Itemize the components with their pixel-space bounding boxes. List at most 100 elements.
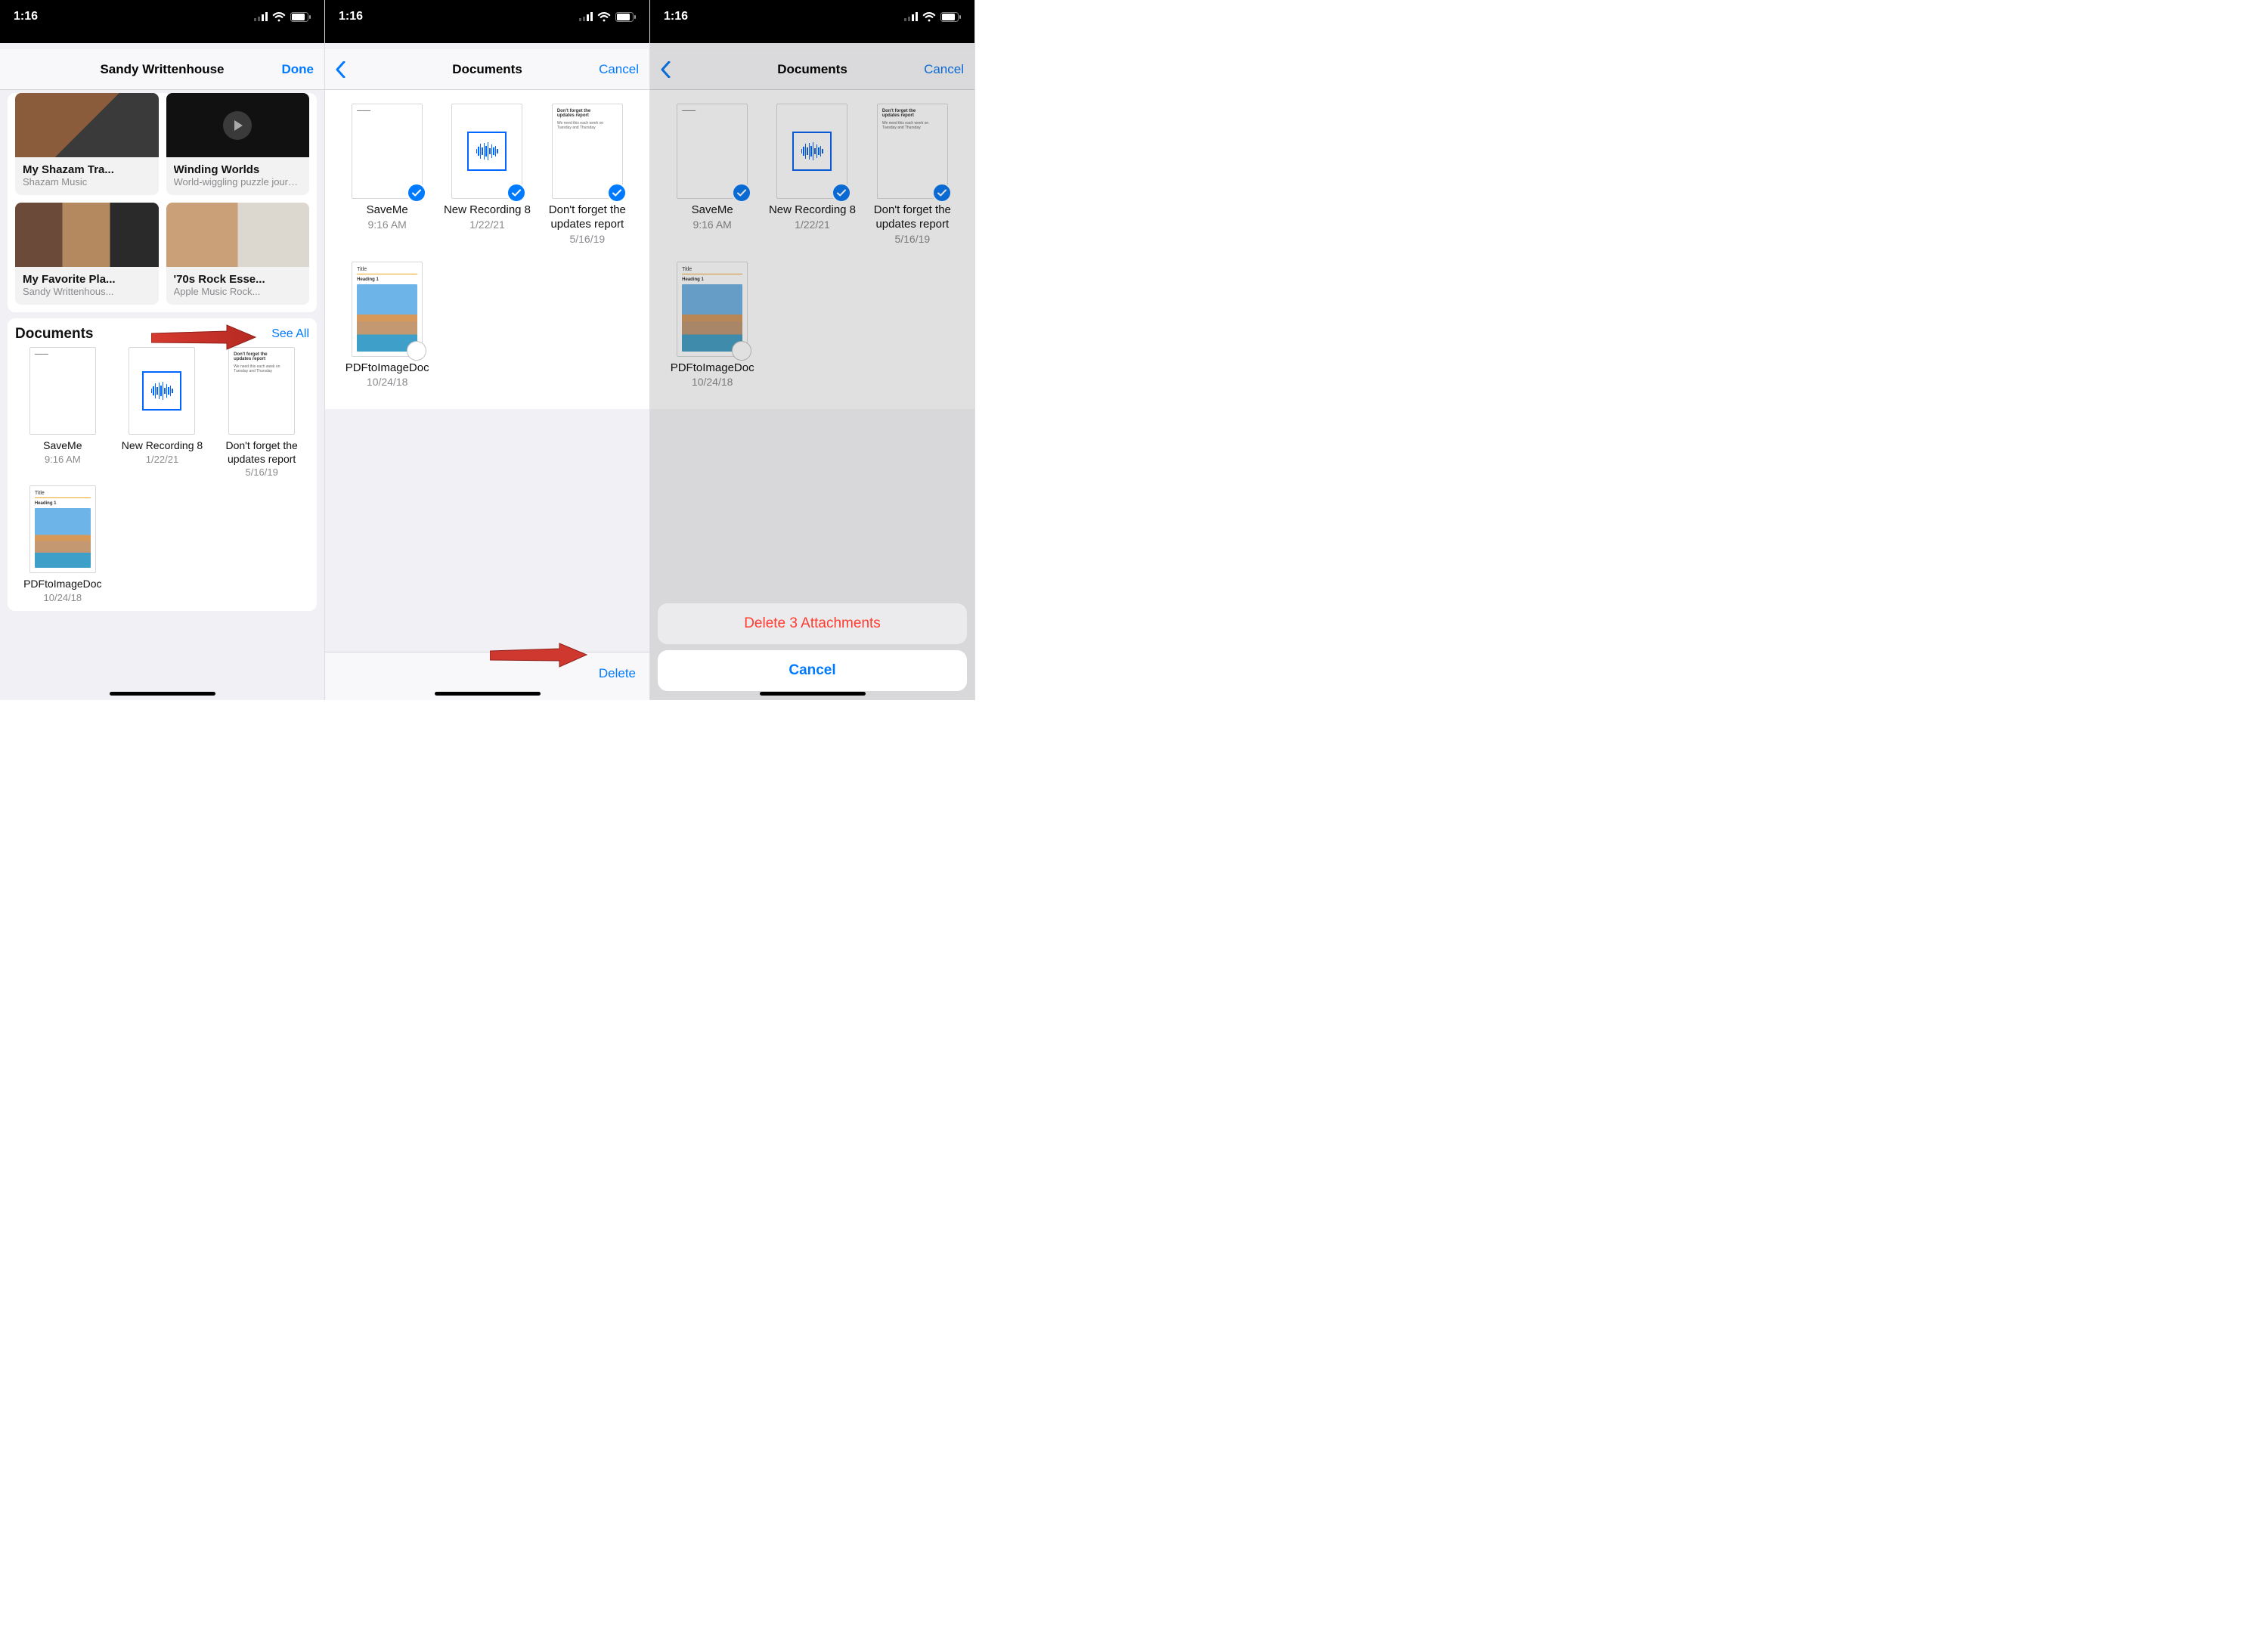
home-indicator [110,692,215,696]
waveform-icon [467,132,507,171]
document-date: 5/16/19 [214,466,309,478]
document-date: 10/24/18 [15,592,110,603]
back-button[interactable] [661,59,674,80]
wifi-icon [597,12,611,22]
document-date: 5/16/19 [542,233,633,245]
document-item[interactable]: New Recording 8 1/22/21 [442,104,532,245]
nav-bar: Documents Cancel [325,49,649,90]
document-item[interactable]: ——— SaveMe 9:16 AM [667,104,758,245]
document-thumb: Don't forget theupdates reportWe need th… [228,347,295,435]
document-name: New Recording 8 [115,439,210,453]
back-button[interactable] [336,59,349,80]
document-name: SaveMe [667,203,758,218]
screenshot-3-delete-sheet: 1:16 Documents Cancel ——— SaveMe 9:16 AM [650,0,975,700]
waveform-icon [142,371,181,411]
status-bar: 1:16 [325,0,649,33]
selected-check-icon [607,183,627,203]
document-item[interactable]: ——— SaveMe 9:16 AM [15,347,110,478]
status-bar: 1:16 [0,0,324,33]
playlist-title: Winding Worlds [174,163,302,176]
unselected-circle-icon [732,341,751,361]
status-indicators [579,12,636,22]
see-all-button[interactable]: See All [271,327,309,341]
document-item[interactable]: Don't forget theupdates reportWe need th… [542,104,633,245]
document-name: PDFtoImageDoc [15,578,110,591]
selected-check-icon [832,183,851,203]
document-date: 10/24/18 [342,376,432,388]
playlist-subtitle: World-wiggling puzzle journey [174,176,302,187]
selected-check-icon [932,183,952,203]
status-time: 1:16 [14,10,38,23]
playlist-title: '70s Rock Esse... [174,273,302,286]
wifi-icon [922,12,936,22]
document-item[interactable]: New Recording 8 1/22/21 [767,104,857,245]
document-item[interactable]: TitleHeading 1 PDFtoImageDoc 10/24/18 [342,262,432,389]
document-item[interactable]: TitleHeading 1 PDFtoImageDoc 10/24/18 [667,262,758,389]
document-name: Don't forget the updates report [542,203,633,232]
playlist-tile[interactable]: Winding Worlds World-wiggling puzzle jou… [166,93,310,195]
selected-check-icon [732,183,751,203]
documents-heading: Documents [15,326,93,342]
nav-bar: Documents Cancel [650,49,974,90]
document-thumb: Don't forget theupdates reportWe need th… [552,104,623,199]
playlist-tile[interactable]: '70s Rock Esse... Apple Music Rock... [166,203,310,305]
document-name: Don't forget the updates report [867,203,958,232]
delete-button[interactable]: Delete [599,666,636,681]
document-thumb: ——— [352,104,423,199]
action-sheet: Delete 3 Attachments Cancel [658,603,967,691]
document-thumb [451,104,522,199]
unselected-circle-icon [407,341,426,361]
document-thumb [129,347,195,435]
playlist-subtitle: Apple Music Rock... [174,286,302,297]
document-name: Don't forget the updates report [214,439,309,466]
playlist-title: My Favorite Pla... [23,273,151,286]
wifi-icon [272,12,286,22]
documents-grid: ——— SaveMe 9:16 AM New Recording 8 1/22/… [650,90,974,409]
waveform-icon [792,132,832,171]
screenshot-2-documents-select: 1:16 Documents Cancel ——— SaveMe 9:16 AM [325,0,650,700]
document-item[interactable]: Don't forget theupdates reportWe need th… [214,347,309,478]
document-name: SaveMe [15,439,110,453]
document-item[interactable]: Don't forget theupdates reportWe need th… [867,104,958,245]
document-thumb: ——— [29,347,96,435]
document-date: 9:16 AM [15,454,110,465]
document-item[interactable]: New Recording 8 1/22/21 [115,347,210,478]
done-button[interactable]: Done [282,62,314,77]
delete-attachments-button[interactable]: Delete 3 Attachments [658,603,967,644]
document-date: 9:16 AM [667,218,758,231]
document-date: 9:16 AM [342,218,432,231]
selected-check-icon [507,183,526,203]
status-indicators [904,12,961,22]
document-date: 1/22/21 [442,218,532,231]
battery-icon [290,12,311,22]
document-date: 10/24/18 [667,376,758,388]
document-name: PDFtoImageDoc [342,361,432,376]
content-scroll[interactable]: My Shazam Tra... Shazam Music Winding Wo… [0,90,324,700]
status-time: 1:16 [664,10,688,23]
playlist-tile[interactable]: My Favorite Pla... Sandy Writtenhous... [15,203,159,305]
playlist-tile[interactable]: My Shazam Tra... Shazam Music [15,93,159,195]
play-icon [223,111,252,140]
playlist-title: My Shazam Tra... [23,163,151,176]
playlist-subtitle: Shazam Music [23,176,151,187]
documents-card: Documents See All ——— SaveMe 9:16 AM New… [8,318,317,611]
documents-grid: ——— SaveMe 9:16 AM New Recording 8 1/22/… [325,90,649,409]
playlists-card: My Shazam Tra... Shazam Music Winding Wo… [8,93,317,312]
cellular-icon [904,12,918,21]
document-thumb: TitleHeading 1 [352,262,423,357]
status-bar: 1:16 [650,0,974,33]
home-indicator [435,692,541,696]
document-date: 1/22/21 [115,454,210,465]
battery-icon [940,12,961,22]
cellular-icon [579,12,593,21]
document-item[interactable]: ——— SaveMe 9:16 AM [342,104,432,245]
action-sheet-cancel-button[interactable]: Cancel [658,650,967,691]
document-thumb: ——— [677,104,748,199]
document-name: New Recording 8 [767,203,857,218]
document-thumb: Don't forget theupdates reportWe need th… [877,104,948,199]
document-item[interactable]: TitleHeading 1 PDFtoImageDoc 10/24/18 [15,485,110,603]
battery-icon [615,12,636,22]
cancel-button[interactable]: Cancel [924,62,964,77]
document-name: PDFtoImageDoc [667,361,758,376]
cancel-button[interactable]: Cancel [599,62,639,77]
